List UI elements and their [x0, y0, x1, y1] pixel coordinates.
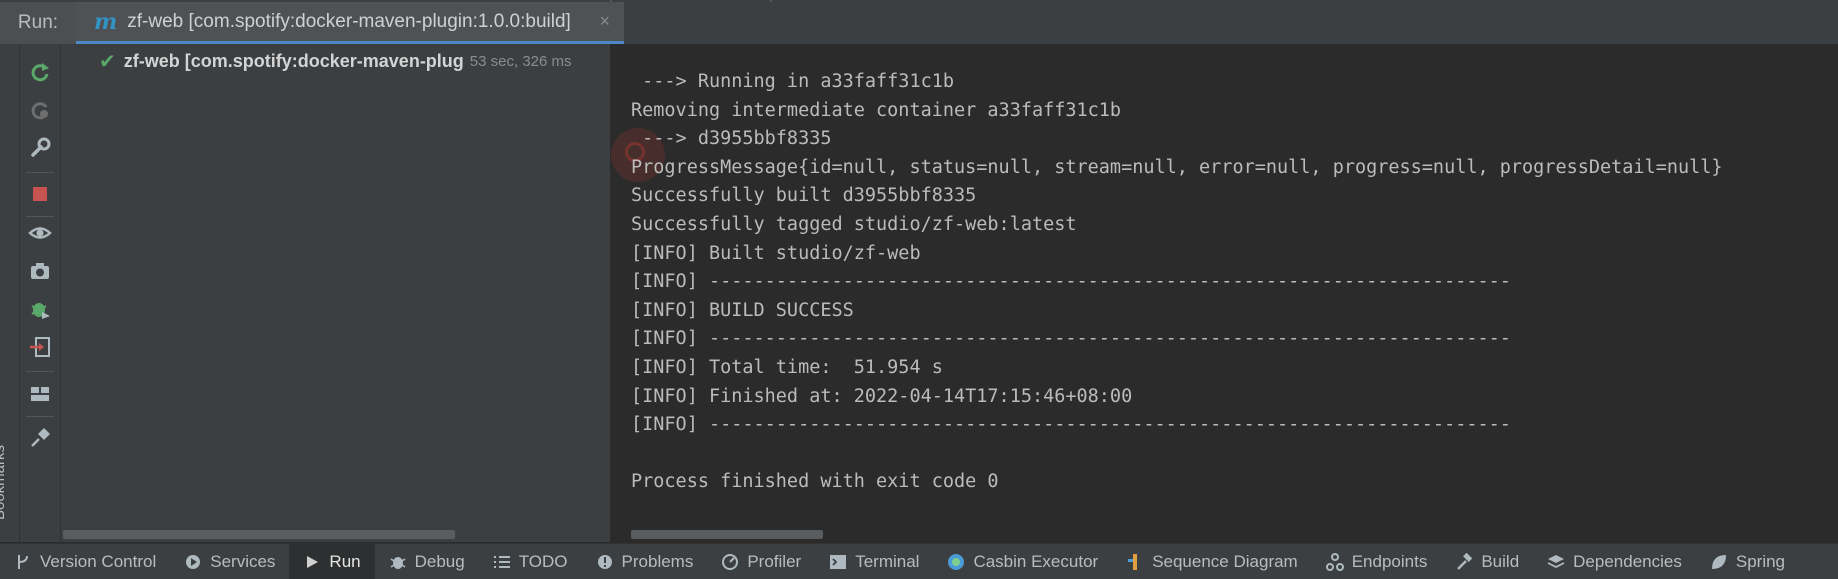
console-line: [INFO] ---------------------------------…	[631, 328, 1511, 350]
console-horizontal-scrollbar[interactable]	[631, 530, 823, 539]
profiler-icon	[721, 553, 739, 571]
tree-item-zf-web[interactable]: ✔ zf-web [com.spotify:docker-maven-plug …	[99, 46, 572, 76]
stop-icon[interactable]	[24, 178, 56, 210]
tool-window-services[interactable]: Services	[170, 544, 289, 579]
tool-window-casbin-executor[interactable]: Casbin Executor	[933, 544, 1112, 579]
rerun-failed-icon[interactable]	[24, 94, 56, 126]
console-line: Successfully built d3955bbf8335	[631, 185, 977, 207]
run-label: Run:	[0, 2, 76, 44]
console-line: [INFO] Total time: 51.954 s	[631, 356, 943, 378]
toolbar-separator	[26, 172, 54, 173]
tool-window-label: Version Control	[40, 551, 157, 571]
tool-window-sequence-diagram[interactable]: Sequence Diagram	[1112, 544, 1312, 579]
console-line: [INFO] Finished at: 2022-04-14T17:15:46+…	[631, 385, 1133, 407]
tool-window-profiler[interactable]: Profiler	[707, 544, 815, 579]
run-play-icon	[303, 553, 321, 571]
run-tab-title: zf-web [com.spotify:docker-maven-plugin:…	[127, 10, 571, 32]
tool-window-label: TODO	[518, 551, 568, 571]
tool-window-spring[interactable]: Spring	[1696, 544, 1799, 579]
tool-window-terminal[interactable]: Terminal	[815, 544, 933, 579]
tool-window-label: Run	[329, 551, 361, 571]
tool-window-label: Spring	[1735, 551, 1785, 571]
tree-horizontal-scrollbar[interactable]	[63, 530, 455, 539]
tool-window-label: Dependencies	[1573, 551, 1682, 571]
tool-window-label: Debug	[414, 551, 465, 571]
debug-bug-icon[interactable]	[24, 293, 56, 325]
console-line: Process finished with exit code 0	[631, 471, 999, 493]
layers-icon	[1547, 553, 1565, 571]
run-tree-pane: ✔ zf-web [com.spotify:docker-maven-plug …	[61, 44, 611, 542]
list-icon	[493, 553, 511, 571]
console-line: [INFO] Built studio/zf-web	[631, 242, 921, 264]
tool-window-problems[interactable]: Problems	[582, 544, 708, 579]
tool-window-label: Endpoints	[1351, 551, 1428, 571]
branch-icon	[14, 553, 32, 571]
bug-icon	[389, 553, 407, 571]
pin-icon[interactable]	[24, 422, 56, 454]
run-tool-window-header: Run: m zf-web [com.spotify:docker-maven-…	[0, 2, 1838, 45]
services-icon	[184, 553, 202, 571]
sequence-icon	[1126, 553, 1144, 571]
bookmarks-tab[interactable]: Bookmarks	[0, 445, 8, 520]
tool-window-label: Build	[1481, 551, 1520, 571]
tool-window-label: Casbin Executor	[973, 551, 1099, 571]
run-toolbar	[20, 44, 61, 542]
layout-icon[interactable]	[24, 378, 56, 410]
success-check-icon: ✔	[99, 50, 116, 73]
tool-window-build[interactable]: Build	[1441, 544, 1533, 579]
tool-window-run[interactable]: Run	[289, 544, 375, 579]
console-line: [INFO] BUILD SUCCESS	[631, 299, 854, 321]
eye-icon[interactable]	[24, 217, 56, 249]
hammer-icon	[1455, 552, 1473, 571]
console-output[interactable]: ---> Running in a33faff31c1b Removing int…	[611, 44, 1838, 542]
tool-window-label: Problems	[621, 551, 694, 571]
tool-window-label: Services	[210, 551, 276, 571]
console-line: [INFO] ---------------------------------…	[631, 414, 1511, 436]
rerun-icon[interactable]	[24, 56, 56, 88]
endpoints-icon	[1325, 552, 1344, 571]
close-icon[interactable]: ×	[599, 11, 610, 32]
settings-wrench-icon[interactable]	[24, 132, 56, 164]
left-tool-stripe: Bookmarks	[0, 44, 20, 563]
tool-window-debug[interactable]: Debug	[375, 544, 479, 579]
console-line: [INFO] ---------------------------------…	[631, 271, 1511, 293]
maven-m-icon: m	[94, 8, 118, 35]
console-line: ProgressMessage{id=null, status=null, st…	[631, 156, 1723, 178]
console-line: ---> d3955bbf8335	[631, 128, 832, 150]
terminal-icon	[829, 553, 847, 571]
tool-window-label: Sequence Diagram	[1152, 551, 1298, 571]
tool-window-bar: Version Control Services Run Debug TODO Probl…	[0, 543, 1838, 579]
tool-window-dependencies[interactable]: Dependencies	[1533, 544, 1696, 579]
camera-icon[interactable]	[24, 255, 56, 287]
spring-leaf-icon	[1710, 553, 1728, 571]
problems-icon	[596, 553, 614, 571]
tool-window-endpoints[interactable]: Endpoints	[1312, 544, 1442, 579]
console-lines: ---> Running in a33faff31c1b Removing int…	[631, 68, 1723, 497]
console-line: Removing intermediate container a33faff3…	[631, 99, 1122, 121]
tree-item-duration: 53 sec, 326 ms	[469, 52, 572, 70]
console-line: Successfully tagged studio/zf-web:latest	[631, 213, 1077, 235]
console-line: ---> Running in a33faff31c1b	[631, 71, 955, 92]
toolbar-separator	[26, 416, 54, 417]
exit-import-icon[interactable]	[24, 331, 56, 363]
tool-window-label: Profiler	[747, 551, 802, 571]
casbin-icon	[947, 553, 965, 571]
tool-window-todo[interactable]: TODO	[479, 544, 582, 579]
tool-window-version-control[interactable]: Version Control	[0, 544, 170, 579]
run-tab[interactable]: m zf-web [com.spotify:docker-maven-plugi…	[76, 2, 624, 44]
tool-window-label: Terminal	[855, 551, 920, 571]
tree-item-title: zf-web [com.spotify:docker-maven-plug	[123, 50, 464, 71]
toolbar-separator	[26, 371, 54, 372]
